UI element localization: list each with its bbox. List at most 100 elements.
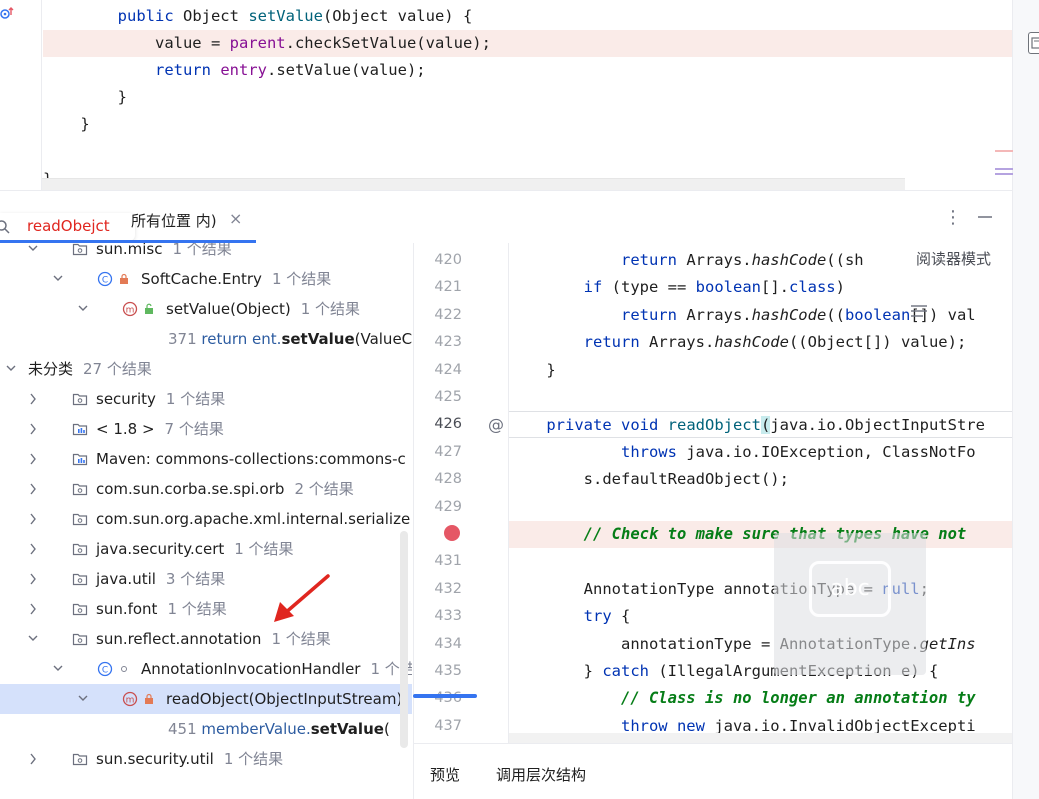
code-line[interactable]: }: [43, 111, 1012, 138]
tab-preview[interactable]: 预览: [430, 764, 460, 785]
tree-item[interactable]: com.sun.corba.se.spi.orb 2 个结果: [0, 474, 412, 504]
preview-code-line[interactable]: return Arrays.hashCode((boolean[]) val: [509, 302, 1012, 329]
tree-item[interactable]: java.util 3 个结果: [0, 564, 412, 594]
code-line[interactable]: public Object setValue(Object value) {: [43, 3, 1012, 30]
reader-mode-label[interactable]: 阅读器模式: [912, 248, 996, 269]
package-icon: [72, 603, 88, 616]
chevron-down-icon[interactable]: [5, 354, 17, 384]
find-tab-title[interactable]: 所有位置 内): [131, 210, 217, 231]
preview-code-line[interactable]: throws java.io.IOException, ClassNotFo: [509, 439, 1012, 466]
chevron-down-icon[interactable]: [52, 264, 64, 294]
tree-item[interactable]: m readObject(ObjectInputStream): [0, 684, 412, 714]
tree-item[interactable]: Maven: commons-collections:commons-c: [0, 444, 412, 474]
tree-item-name: sun.font: [96, 600, 158, 618]
tree-item[interactable]: < 1.8 > 7 个结果: [0, 414, 412, 444]
chevron-right-icon[interactable]: [27, 594, 39, 624]
chevron-right-icon[interactable]: [27, 534, 39, 564]
tree-item-name: java.util: [96, 570, 156, 588]
tree-item[interactable]: com.sun.org.apache.xml.internal.serializ…: [0, 504, 412, 534]
override-method-icon[interactable]: [0, 6, 14, 20]
chevron-right-icon[interactable]: [27, 444, 39, 474]
code-line[interactable]: }: [43, 84, 1012, 111]
tree-item[interactable]: sun.security.util 1 个结果: [0, 744, 412, 774]
result-count: 1 个结果: [271, 630, 331, 648]
annotation-arrow-icon: [274, 574, 330, 622]
chevron-right-icon[interactable]: [27, 414, 39, 444]
code-token: class: [788, 278, 836, 297]
preview-code-line[interactable]: private void readObject(java.io.ObjectIn…: [509, 411, 1012, 439]
tree-item[interactable]: 未分类 27 个结果: [0, 354, 412, 384]
preview-code-line[interactable]: [509, 494, 1012, 521]
preview-code-line[interactable]: [509, 384, 1012, 411]
tree-item[interactable]: sun.reflect.annotation 1 个结果: [0, 624, 412, 654]
preview-code-line[interactable]: } catch (IllegalArgumentException e) {: [509, 658, 1012, 685]
close-tab-icon[interactable]: ×: [229, 209, 242, 228]
change-stripe-mark-2[interactable]: [995, 173, 1013, 175]
code-token: Arrays.: [648, 333, 715, 352]
tree-vertical-scrollbar[interactable]: [400, 531, 408, 748]
tree-item[interactable]: sun.misc 1 个结果: [0, 243, 412, 264]
tree-item[interactable]: C AnnotationInvocationHandler 1 个结: [0, 654, 412, 684]
code-token: return: [583, 333, 649, 352]
more-options-icon[interactable]: ⋮: [944, 207, 962, 228]
chevron-down-icon[interactable]: [27, 243, 39, 264]
error-stripe-mark[interactable]: [995, 150, 1013, 152]
top-editor-horizontal-scrollbar[interactable]: [42, 178, 905, 190]
usage-row[interactable]: 371 return ent.setValue(ValueC: [0, 324, 412, 354]
search-field[interactable]: readObejct: [0, 213, 135, 241]
line-number: 424: [434, 361, 462, 378]
line-number: 434: [434, 635, 462, 652]
tree-item[interactable]: security 1 个结果: [0, 384, 412, 414]
preview-code-line[interactable]: }: [509, 357, 1012, 384]
annotation-at-icon[interactable]: @: [488, 415, 504, 434]
tree-item[interactable]: java.security.cert 1 个结果: [0, 534, 412, 564]
preview-code-line[interactable]: try {: [509, 603, 1012, 630]
preview-code-line[interactable]: // Class is no longer an annotation ty: [509, 685, 1012, 712]
tree-item-name: SoftCache.Entry: [141, 270, 262, 288]
preview-code-line[interactable]: if (type == boolean[].class): [509, 274, 1012, 301]
code-line[interactable]: value = parent.checkSetValue(value);: [43, 30, 1012, 57]
tree-horizontal-scroll-thumb[interactable]: [413, 694, 477, 698]
result-count: 27 个结果: [83, 360, 152, 378]
tree-item-label: setValue(Object) 1 个结果: [166, 294, 360, 324]
code-line[interactable]: return entry.setValue(value);: [43, 57, 1012, 84]
tab-call-hierarchy[interactable]: 调用层次结构: [496, 764, 586, 785]
usages-tree[interactable]: sun.misc 1 个结果 C SoftCache.Entry 1 个结果 m setVa…: [0, 243, 412, 799]
minimize-icon[interactable]: [977, 209, 993, 225]
chevron-right-icon[interactable]: [27, 504, 39, 534]
preview-code-line[interactable]: return Arrays.hashCode((Object[]) value)…: [509, 329, 1012, 356]
preview-code-line[interactable]: AnnotationType annotationType = null;: [509, 576, 1012, 603]
top-code-editor[interactable]: public Object setValue(Object value) { v…: [0, 0, 1012, 190]
preview-horizontal-scrollbar[interactable]: [509, 733, 1012, 743]
reader-mode-lines-icon[interactable]: [909, 303, 929, 319]
svg-text:m: m: [126, 306, 135, 316]
svg-text:m: m: [126, 696, 135, 706]
preview-code-line[interactable]: annotationType = AnnotationType.getIns: [509, 631, 1012, 658]
chevron-right-icon[interactable]: [27, 384, 39, 414]
preview-bottom-tabs: 预览 调用层次结构: [413, 743, 1012, 799]
chevron-down-icon[interactable]: [77, 684, 89, 714]
code-line[interactable]: [43, 138, 1012, 165]
search-query-text[interactable]: readObejct: [27, 217, 110, 235]
tree-item[interactable]: C SoftCache.Entry 1 个结果: [0, 264, 412, 294]
code-token: return: [620, 251, 687, 269]
chevron-right-icon[interactable]: [27, 744, 39, 774]
code-token: Object: [182, 7, 249, 25]
code-token: .setValue(value);: [266, 61, 426, 79]
preview-code-line[interactable]: s.defaultReadObject();: [509, 466, 1012, 493]
preview-code-line[interactable]: // Check to make sure that types have no…: [509, 521, 1012, 548]
chevron-right-icon[interactable]: [27, 474, 39, 504]
chevron-down-icon[interactable]: [52, 654, 64, 684]
tree-item[interactable]: m setValue(Object) 1 个结果: [0, 294, 412, 324]
chevron-right-icon[interactable]: [27, 564, 39, 594]
tree-item-label: java.util 3 个结果: [96, 564, 225, 594]
chevron-down-icon[interactable]: [27, 624, 39, 654]
preview-code-line[interactable]: [509, 548, 1012, 575]
usage-row[interactable]: 451 memberValue.setValue(: [0, 714, 412, 744]
change-stripe-mark[interactable]: [995, 168, 1013, 170]
breakpoint-icon[interactable]: [444, 525, 460, 541]
code-preview[interactable]: 420 421 422 423 424 425 426 427 428 429 431 432 433 4…: [413, 243, 1012, 743]
reader-mode-book-icon[interactable]: [1028, 32, 1039, 54]
tree-item[interactable]: sun.font 1 个结果: [0, 594, 412, 624]
chevron-down-icon[interactable]: [77, 294, 89, 324]
